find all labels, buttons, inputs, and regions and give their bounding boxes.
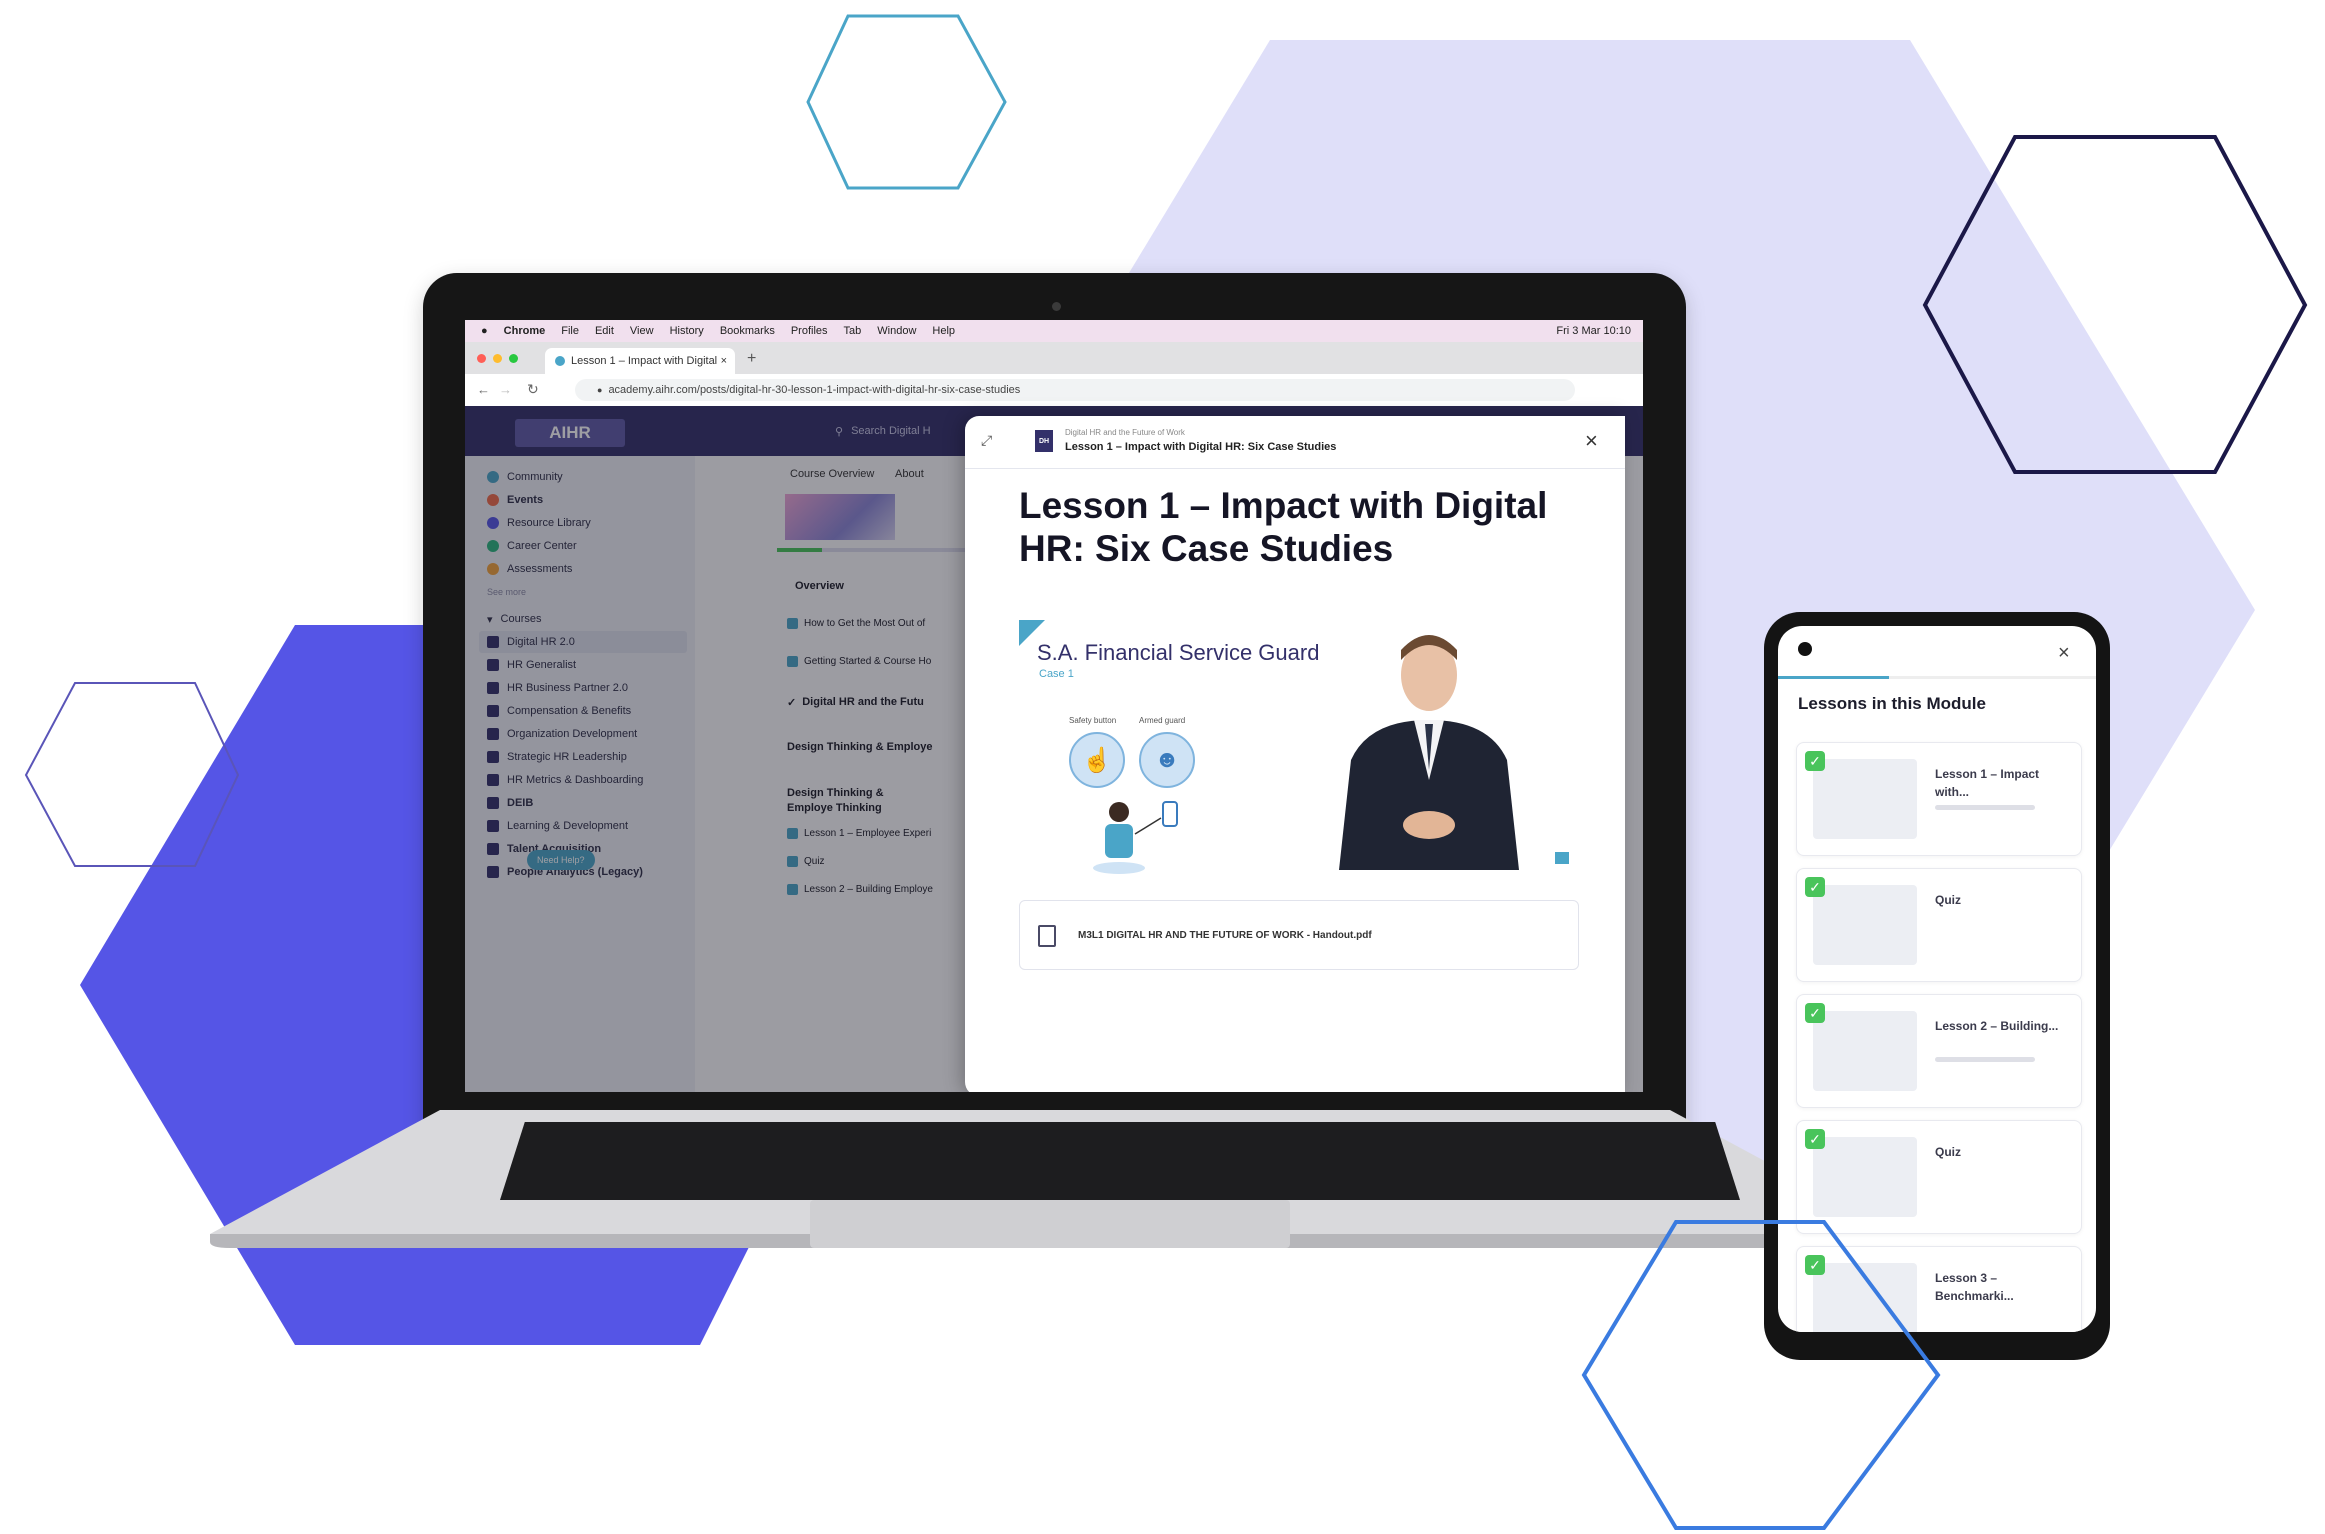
lesson-video-player[interactable]: S.A. Financial Service Guard Case 1 Safe… <box>1019 620 1579 874</box>
armed-guard-label: Armed guard <box>1139 716 1186 725</box>
handout-download[interactable]: M3L1 DIGITAL HR AND THE FUTURE OF WORK -… <box>1019 900 1579 970</box>
hand-tap-icon: ☝ <box>1069 732 1125 788</box>
completed-check-icon: ✓ <box>1805 1003 1825 1023</box>
browser-toolbar: ← → ↻ ● academy.aihr.com/posts/digital-h… <box>465 374 1643 407</box>
lesson-card[interactable]: ✓ Quiz <box>1796 1120 2082 1234</box>
completed-check-icon: ✓ <box>1805 751 1825 771</box>
hourglass-illustration-icon <box>1813 885 1917 965</box>
back-icon[interactable]: ← <box>477 382 490 397</box>
lesson-title: Lesson 1 – Impact with Digital HR: Six C… <box>1019 485 1548 569</box>
case-title: S.A. Financial Service Guard <box>1037 640 1320 665</box>
menu-edit[interactable]: Edit <box>595 325 614 337</box>
url-text: academy.aihr.com/posts/digital-hr-30-les… <box>608 384 1021 396</box>
person-with-phone-illustration <box>1093 801 1178 874</box>
lesson-card-label: Lesson 1 – Impact with... <box>1935 767 2040 799</box>
new-tab-icon[interactable]: + <box>747 350 756 368</box>
completed-check-icon: ✓ <box>1805 877 1825 897</box>
lock-icon: ● <box>597 385 603 395</box>
lesson-modal: ⤢ DH Digital HR and the Future of Work L… <box>965 416 1625 1092</box>
menu-file[interactable]: File <box>561 325 579 337</box>
menu-window[interactable]: Window <box>877 325 916 337</box>
menu-tab[interactable]: Tab <box>844 325 862 337</box>
laptop-screen: ● Chrome File Edit View History Bookmark… <box>465 320 1643 1092</box>
brain-illustration-icon <box>1813 1263 1917 1332</box>
tab-title: Lesson 1 – Impact with Digital <box>571 355 718 367</box>
document-icon <box>1038 925 1056 947</box>
browser-tab-strip: Lesson 1 – Impact with Digital × + <box>465 342 1643 374</box>
completed-check-icon: ✓ <box>1805 1129 1825 1149</box>
lesson-card-meta <box>1935 805 2035 810</box>
minimize-window-icon[interactable] <box>493 354 502 363</box>
close-window-icon[interactable] <box>477 354 486 363</box>
forward-icon[interactable]: → <box>499 382 512 397</box>
guard-icon: ☻ <box>1139 732 1195 788</box>
module-lessons-title: Lessons in this Module <box>1798 694 1986 713</box>
favicon-icon <box>555 356 565 366</box>
modal-breadcrumb[interactable]: Digital HR and the Future of Work <box>1065 428 1185 437</box>
digital-hr-badge-icon: DH <box>1035 430 1053 452</box>
close-icon[interactable]: × <box>2058 642 2070 665</box>
mac-menubar: ● Chrome File Edit View History Bookmark… <box>465 320 1643 342</box>
modal-header: ⤢ DH Digital HR and the Future of Work L… <box>965 416 1625 469</box>
menubar-clock: Fri 3 Mar 10:10 <box>1556 325 1631 337</box>
lesson-card[interactable]: ✓ Quiz <box>1796 868 2082 982</box>
case-number: Case 1 <box>1039 668 1074 680</box>
phone-progress-bar <box>1778 676 2096 679</box>
phone-screen: × Lessons in this Module ✓ Lesson 1 – Im… <box>1778 626 2096 1332</box>
apple-icon[interactable]: ● <box>481 325 488 337</box>
close-icon[interactable]: × <box>1585 428 1598 454</box>
hourglass-illustration-icon <box>1813 1137 1917 1217</box>
lesson-card-label: Lesson 3 – Benchmarki... <box>1935 1271 2014 1303</box>
handout-filename: M3L1 DIGITAL HR AND THE FUTURE OF WORK -… <box>1078 929 1372 941</box>
modal-header-title: Lesson 1 – Impact with Digital HR: Six C… <box>1065 441 1337 453</box>
browser-tab[interactable]: Lesson 1 – Impact with Digital × <box>545 348 735 374</box>
lesson-card[interactable]: ✓ Lesson 1 – Impact with... <box>1796 742 2082 856</box>
teal-hexagon-outline <box>806 14 1007 190</box>
lesson-card-meta <box>1935 1057 2035 1062</box>
presenter-video <box>1339 635 1569 870</box>
laptop-illustration-icon <box>1813 759 1917 839</box>
reload-icon[interactable]: ↻ <box>527 381 539 398</box>
lesson-card[interactable]: ✓ Lesson 2 – Building... <box>1796 994 2082 1108</box>
close-tab-icon[interactable]: × <box>721 355 727 367</box>
lesson-card-label: Lesson 2 – Building... <box>1935 1019 2059 1033</box>
menu-chrome[interactable]: Chrome <box>504 325 546 337</box>
keyboard <box>500 1122 1740 1200</box>
laptop-illustration-icon <box>1813 1011 1917 1091</box>
lesson-card-label: Quiz <box>1935 893 1961 907</box>
address-bar[interactable]: ● academy.aihr.com/posts/digital-hr-30-l… <box>575 379 1575 401</box>
menu-view[interactable]: View <box>630 325 654 337</box>
menu-bookmarks[interactable]: Bookmarks <box>720 325 775 337</box>
lesson-card[interactable]: ✓ Lesson 3 – Benchmarki... <box>1796 1246 2082 1332</box>
lesson-card-label: Quiz <box>1935 1145 1961 1159</box>
safety-button-label: Safety button <box>1069 716 1117 725</box>
menu-history[interactable]: History <box>670 325 704 337</box>
menu-profiles[interactable]: Profiles <box>791 325 828 337</box>
expand-icon[interactable]: ⤢ <box>981 432 992 449</box>
camera-icon <box>1798 642 1812 656</box>
webcam-icon <box>1052 302 1061 311</box>
completed-check-icon: ✓ <box>1805 1255 1825 1275</box>
trackpad <box>810 1200 1290 1248</box>
menu-help[interactable]: Help <box>932 325 955 337</box>
maximize-window-icon[interactable] <box>509 354 518 363</box>
